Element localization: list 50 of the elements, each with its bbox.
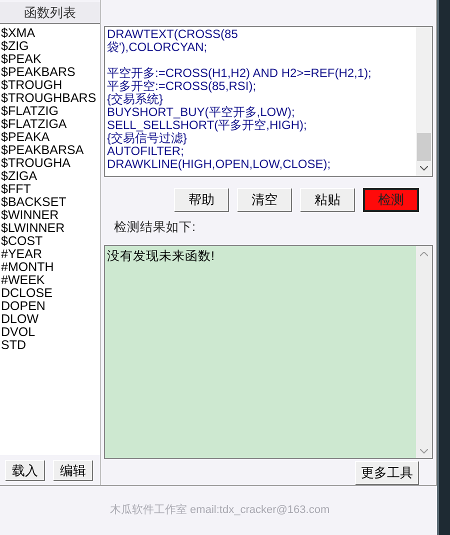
function-item[interactable]: $XMA	[1, 27, 36, 40]
action-button[interactable]: 帮助	[174, 188, 229, 212]
footer-text: 木瓜软件工作室 email:tdx_cracker@163.com	[110, 502, 330, 518]
code-line: DRAWTEXT(CROSS(85	[107, 28, 238, 41]
function-item[interactable]: #MONTH	[1, 261, 54, 274]
check-button[interactable]: 检测	[363, 188, 419, 212]
function-item[interactable]: $PEAK	[1, 53, 42, 66]
code-line: BUYSHORT_BUY(平空开多,LOW);	[107, 106, 295, 119]
function-item[interactable]: $TROUGH	[1, 79, 62, 92]
code-line: {交易信号过滤}	[107, 132, 188, 145]
code-line: {交易系统}	[107, 93, 164, 106]
function-item[interactable]: $ZIGA	[1, 170, 38, 183]
code-line: DRAWKLINE(HIGH,OPEN,LOW,CLOSE);	[107, 158, 331, 171]
function-item[interactable]: DLOW	[1, 313, 38, 326]
function-item[interactable]: $PEAKA	[1, 131, 50, 144]
result-label: 检测结果如下:	[114, 219, 196, 236]
function-item[interactable]: $LWINNER	[1, 222, 65, 235]
function-item[interactable]: $WINNER	[1, 209, 59, 222]
function-item[interactable]: $ZIG	[1, 40, 29, 53]
function-item[interactable]: $FLATZIGA	[1, 118, 67, 131]
function-item[interactable]: DCLOSE	[1, 287, 52, 300]
function-item[interactable]: $BACKSET	[1, 196, 66, 209]
action-button[interactable]: 粘贴	[300, 188, 355, 212]
function-item[interactable]: $COST	[1, 235, 43, 248]
function-item[interactable]: $PEAKBARSA	[1, 144, 84, 157]
function-item[interactable]: #WEEK	[1, 274, 45, 287]
result-text: 没有发现未来函数!	[107, 248, 214, 263]
scrollbar[interactable]	[416, 27, 432, 176]
function-item[interactable]: $TROUGHA	[1, 157, 70, 170]
code-line: AUTOFILTER;	[107, 145, 184, 158]
function-item[interactable]: $PEAKBARS	[1, 66, 76, 79]
code-line: 袋'),COLORCYAN;	[107, 41, 208, 54]
code-editor[interactable]	[104, 26, 433, 177]
list-header: 函数列表	[0, 2, 100, 24]
list-button[interactable]: 载入	[5, 460, 45, 480]
code-line: SELL_SELLSHORT(平多开空,HIGH);	[107, 119, 307, 132]
function-item[interactable]: STD	[1, 339, 26, 352]
more-tools-button[interactable]: 更多工具	[355, 460, 419, 485]
scrollbar-thumb[interactable]	[417, 133, 431, 161]
list-button[interactable]: 编辑	[53, 460, 93, 480]
function-item[interactable]: $FFT	[1, 183, 31, 196]
function-item[interactable]: DVOL	[1, 326, 36, 339]
action-button[interactable]: 清空	[237, 188, 292, 212]
function-item[interactable]: $TROUGHBARS	[1, 92, 96, 105]
code-line: 平多开空:=CROSS(85,RSI);	[107, 80, 256, 93]
code-line: 平空开多:=CROSS(H1,H2) AND H2>=REF(H2,1);	[107, 67, 372, 80]
function-item[interactable]: #YEAR	[1, 248, 42, 261]
scrollbar[interactable]	[416, 246, 432, 458]
function-item[interactable]: $FLATZIG	[1, 105, 58, 118]
function-item[interactable]: DOPEN	[1, 300, 46, 313]
